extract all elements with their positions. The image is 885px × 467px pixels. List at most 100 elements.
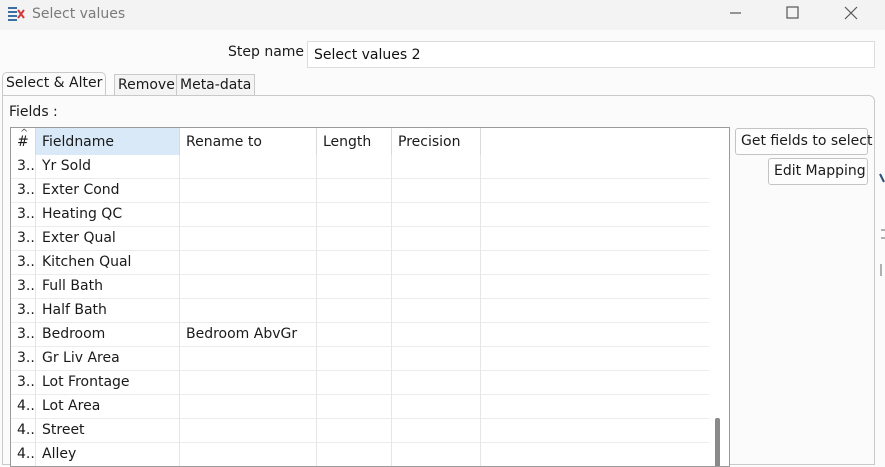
table-row[interactable]: 3.. Half Bath bbox=[11, 299, 709, 323]
rename-to-cell[interactable] bbox=[180, 395, 317, 419]
row-number-cell[interactable]: 3.. bbox=[11, 155, 36, 179]
minimize-button[interactable] bbox=[712, 0, 758, 30]
table-row[interactable]: 4.. Street bbox=[11, 419, 709, 443]
row-number-cell[interactable]: 4.. bbox=[11, 395, 36, 419]
precision-cell[interactable] bbox=[392, 323, 481, 347]
precision-cell[interactable] bbox=[392, 443, 481, 466]
precision-cell[interactable] bbox=[392, 275, 481, 299]
maximize-button[interactable] bbox=[770, 0, 816, 30]
row-number-cell[interactable]: 3.. bbox=[11, 227, 36, 251]
scrollbar-thumb[interactable] bbox=[715, 418, 720, 466]
row-number-cell[interactable]: 3.. bbox=[11, 299, 36, 323]
length-cell[interactable] bbox=[317, 347, 392, 371]
close-button[interactable] bbox=[828, 0, 874, 30]
step-name-label: Step name bbox=[228, 44, 305, 60]
rename-to-cell[interactable] bbox=[180, 227, 317, 251]
fieldname-cell[interactable]: Exter Qual bbox=[36, 227, 180, 251]
length-cell[interactable] bbox=[317, 203, 392, 227]
fieldname-cell[interactable]: Half Bath bbox=[36, 299, 180, 323]
rename-to-cell[interactable] bbox=[180, 251, 317, 275]
precision-cell[interactable] bbox=[392, 203, 481, 227]
table-row[interactable]: 3.. Lot Frontage bbox=[11, 371, 709, 395]
vertical-scrollbar[interactable] bbox=[709, 128, 729, 466]
precision-cell[interactable] bbox=[392, 227, 481, 251]
row-number-cell[interactable]: 3.. bbox=[11, 179, 36, 203]
table-row[interactable]: 3.. Bedroom Bedroom AbvGr bbox=[11, 323, 709, 347]
table-row[interactable]: 4.. Lot Area bbox=[11, 395, 709, 419]
row-number-cell[interactable]: 4.. bbox=[11, 419, 36, 443]
fieldname-cell[interactable]: Alley bbox=[36, 443, 180, 466]
length-cell[interactable] bbox=[317, 443, 392, 466]
rename-to-cell[interactable] bbox=[180, 179, 317, 203]
row-number-cell[interactable]: 3.. bbox=[11, 275, 36, 299]
rename-to-cell[interactable] bbox=[180, 419, 317, 443]
precision-cell[interactable] bbox=[392, 179, 481, 203]
fieldname-cell[interactable]: Lot Frontage bbox=[36, 371, 180, 395]
length-cell[interactable] bbox=[317, 323, 392, 347]
column-label: Precision bbox=[398, 134, 461, 150]
length-cell[interactable] bbox=[317, 275, 392, 299]
fieldname-cell[interactable]: Street bbox=[36, 419, 180, 443]
rename-to-cell[interactable] bbox=[180, 371, 317, 395]
tab-select-alter[interactable]: Select & Alter bbox=[2, 72, 107, 96]
row-number-cell[interactable]: 3.. bbox=[11, 251, 36, 275]
fields-label: Fields : bbox=[9, 104, 58, 120]
precision-cell[interactable] bbox=[392, 251, 481, 275]
row-number-cell[interactable]: 3.. bbox=[11, 347, 36, 371]
precision-cell[interactable] bbox=[392, 347, 481, 371]
table-row[interactable]: 3.. Heating QC bbox=[11, 203, 709, 227]
precision-cell[interactable] bbox=[392, 371, 481, 395]
fieldname-cell[interactable]: Kitchen Qual bbox=[36, 251, 180, 275]
length-cell[interactable] bbox=[317, 227, 392, 251]
fieldname-cell[interactable]: Bedroom bbox=[36, 323, 180, 347]
row-number-cell[interactable]: 4.. bbox=[11, 443, 36, 466]
table-row[interactable]: 4.. Alley bbox=[11, 443, 709, 466]
tab-remove[interactable]: Remove bbox=[114, 74, 179, 96]
rename-to-cell[interactable] bbox=[180, 443, 317, 466]
step-name-input[interactable] bbox=[307, 41, 875, 68]
column-header-filler bbox=[481, 128, 709, 155]
rename-to-cell[interactable] bbox=[180, 275, 317, 299]
rename-to-cell[interactable] bbox=[180, 347, 317, 371]
fieldname-cell[interactable]: Full Bath bbox=[36, 275, 180, 299]
precision-cell[interactable] bbox=[392, 299, 481, 323]
rename-to-cell[interactable]: Bedroom AbvGr bbox=[180, 323, 317, 347]
column-header-number[interactable]: ^ # bbox=[11, 128, 36, 155]
table-row[interactable]: 3.. Kitchen Qual bbox=[11, 251, 709, 275]
fieldname-cell[interactable]: Yr Sold bbox=[36, 155, 180, 179]
length-cell[interactable] bbox=[317, 251, 392, 275]
tab-meta-data[interactable]: Meta-data bbox=[176, 74, 256, 96]
length-cell[interactable] bbox=[317, 299, 392, 323]
minimize-icon bbox=[730, 12, 741, 14]
fieldname-cell[interactable]: Heating QC bbox=[36, 203, 180, 227]
table-row[interactable]: 3.. Gr Liv Area bbox=[11, 347, 709, 371]
rename-to-cell[interactable] bbox=[180, 203, 317, 227]
row-number-cell[interactable]: 3.. bbox=[11, 203, 36, 227]
length-cell[interactable] bbox=[317, 371, 392, 395]
rename-to-cell[interactable] bbox=[180, 299, 317, 323]
column-header-precision[interactable]: Precision bbox=[392, 128, 481, 155]
column-header-length[interactable]: Length bbox=[317, 128, 392, 155]
row-number-cell[interactable]: 3.. bbox=[11, 371, 36, 395]
rename-to-cell[interactable] bbox=[180, 155, 317, 179]
precision-cell[interactable] bbox=[392, 395, 481, 419]
column-header-fieldname[interactable]: Fieldname bbox=[36, 128, 180, 155]
table-row[interactable]: 3.. Full Bath bbox=[11, 275, 709, 299]
length-cell[interactable] bbox=[317, 155, 392, 179]
table-row[interactable]: 3.. Exter Qual bbox=[11, 227, 709, 251]
fieldname-cell[interactable]: Gr Liv Area bbox=[36, 347, 180, 371]
length-cell[interactable] bbox=[317, 179, 392, 203]
precision-cell[interactable] bbox=[392, 419, 481, 443]
get-fields-button[interactable]: Get fields to select bbox=[735, 128, 872, 155]
table-row[interactable]: 3.. Yr Sold bbox=[11, 155, 709, 179]
length-cell[interactable] bbox=[317, 395, 392, 419]
column-header-rename-to[interactable]: Rename to bbox=[180, 128, 317, 155]
table-row[interactable]: 3.. Exter Cond bbox=[11, 179, 709, 203]
edit-mapping-button[interactable]: Edit Mapping bbox=[768, 158, 868, 185]
fieldname-cell[interactable]: Exter Cond bbox=[36, 179, 180, 203]
title-bar: Select values bbox=[0, 0, 885, 30]
fieldname-cell[interactable]: Lot Area bbox=[36, 395, 180, 419]
precision-cell[interactable] bbox=[392, 155, 481, 179]
row-number-cell[interactable]: 3.. bbox=[11, 323, 36, 347]
length-cell[interactable] bbox=[317, 419, 392, 443]
